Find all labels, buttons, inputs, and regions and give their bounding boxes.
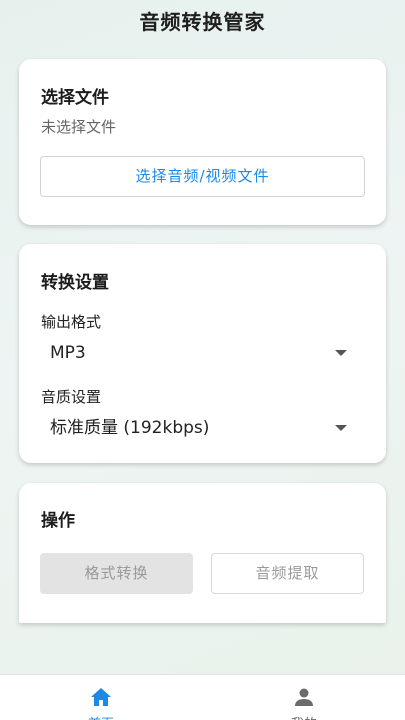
settings-card-title: 转换设置 bbox=[41, 273, 109, 293]
audio-quality-select[interactable]: 标准质量 (192kbps) bbox=[41, 413, 351, 443]
file-card-title: 选择文件 bbox=[41, 88, 109, 108]
operations-card-title: 操作 bbox=[41, 511, 75, 531]
nav-label-mine: 我的 bbox=[203, 713, 405, 720]
file-status-text: 未选择文件 bbox=[41, 118, 117, 136]
audio-quality-value: 标准质量 (192kbps) bbox=[50, 418, 210, 438]
caret-down-icon bbox=[335, 350, 347, 356]
operations-card: 操作 格式转换 音频提取 bbox=[19, 483, 386, 623]
file-card: 选择文件 未选择文件 选择音频/视频文件 bbox=[19, 59, 386, 225]
settings-card: 转换设置 输出格式 MP3 音质设置 标准质量 (192kbps) bbox=[19, 244, 386, 463]
nav-label-home: 首页 bbox=[0, 713, 202, 720]
audio-extract-button[interactable]: 音频提取 bbox=[211, 553, 364, 594]
audio-quality-label: 音质设置 bbox=[41, 388, 102, 406]
app-title: 音频转换管家 bbox=[139, 10, 266, 34]
output-format-label: 输出格式 bbox=[41, 313, 102, 331]
nav-item-mine[interactable]: 我的 bbox=[203, 675, 405, 720]
nav-item-home[interactable]: 首页 bbox=[0, 675, 202, 720]
format-convert-button[interactable]: 格式转换 bbox=[40, 553, 193, 594]
bottom-nav: 首页 我的 bbox=[0, 674, 405, 720]
home-icon bbox=[91, 688, 111, 706]
output-format-select[interactable]: MP3 bbox=[41, 338, 351, 368]
output-format-value: MP3 bbox=[50, 343, 86, 363]
caret-down-icon bbox=[335, 425, 347, 431]
person-icon bbox=[295, 688, 313, 706]
select-file-button[interactable]: 选择音频/视频文件 bbox=[40, 156, 365, 197]
